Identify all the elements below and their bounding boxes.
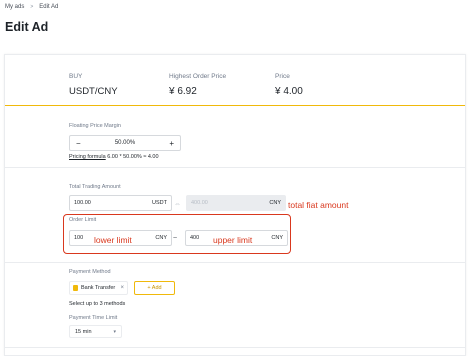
total-amount-label: Total Trading Amount <box>69 184 121 190</box>
fiat-amount-input: 400.00 CNY <box>186 195 286 211</box>
chevron-down-icon: ▾ <box>113 328 116 335</box>
floating-margin-stepper: − 50.00% + <box>69 135 181 151</box>
pricing-formula: Pricing formula 6.00 * 50.00% ≈ 4.00 <box>69 154 159 160</box>
total-amount-input[interactable]: 100.00 USDT <box>69 195 172 211</box>
increase-button[interactable]: + <box>169 139 174 148</box>
range-tilde: ~ <box>173 235 178 242</box>
section-divider <box>5 347 465 348</box>
total-amount-value: 100.00 <box>74 200 91 206</box>
breadcrumb: My ads > Edit Ad <box>5 4 58 10</box>
ad-summary: BUY USDT/CNY Highest Order Price ¥ 6.92 … <box>5 55 465 106</box>
fiat-amount-unit: CNY <box>269 200 281 206</box>
payment-method-chip: Bank Transfer × <box>69 281 128 295</box>
section-divider <box>5 167 465 168</box>
breadcrumb-current: Edit Ad <box>39 4 59 10</box>
payment-color-marker <box>73 285 78 291</box>
upper-limit-unit: CNY <box>271 235 283 241</box>
floating-margin-value[interactable]: 50.00% <box>115 140 135 146</box>
section-divider <box>5 262 465 263</box>
breadcrumb-separator: > <box>30 4 34 10</box>
lower-limit-unit: CNY <box>155 235 167 241</box>
payment-hint: Select up to 3 methods <box>69 301 126 307</box>
total-amount-unit: USDT <box>152 200 167 206</box>
time-limit-select[interactable]: 15 min ▾ <box>69 325 122 338</box>
highest-price-value: ¥ 6.92 <box>169 86 197 97</box>
price-value: ¥ 4.00 <box>275 86 303 97</box>
edit-ad-form: BUY USDT/CNY Highest Order Price ¥ 6.92 … <box>4 54 466 356</box>
summary-pair: BUY USDT/CNY <box>69 73 118 97</box>
summary-price: Price ¥ 4.00 <box>275 73 303 97</box>
pair-value: USDT/CNY <box>69 86 118 97</box>
add-payment-button[interactable]: + Add <box>134 281 175 295</box>
summary-highest-price: Highest Order Price ¥ 6.92 <box>169 73 226 97</box>
payment-method-label: Payment Method <box>69 269 111 275</box>
time-limit-value: 15 min <box>75 328 92 335</box>
annotation-upper-limit: upper limit <box>213 235 253 245</box>
lower-limit-value: 100 <box>74 235 84 241</box>
payment-method-name: Bank Transfer <box>81 285 116 291</box>
breadcrumb-my-ads[interactable]: My ads <box>5 4 24 10</box>
fiat-amount-placeholder: 400.00 <box>191 200 208 206</box>
time-limit-label: Payment Time Limit <box>69 315 118 321</box>
order-limit-label: Order Limit <box>69 217 97 223</box>
upper-limit-value: 400 <box>190 235 200 241</box>
annotation-lower-limit: lower limit <box>94 235 132 245</box>
remove-icon[interactable]: × <box>120 285 124 291</box>
floating-margin-label: Floating Price Margin <box>69 123 121 129</box>
annotation-total-fiat: total fiat amount <box>288 200 349 210</box>
highest-price-label: Highest Order Price <box>169 73 227 80</box>
decrease-button[interactable]: − <box>76 139 81 148</box>
price-label: Price <box>275 73 290 80</box>
side-label: BUY <box>69 73 83 80</box>
pricing-formula-value: 6.00 * 50.00% ≈ 4.00 <box>107 154 159 160</box>
swap-icon[interactable]: ⇔ <box>174 201 181 208</box>
pricing-formula-link[interactable]: Pricing formula <box>69 154 106 160</box>
page-title: Edit Ad <box>5 20 49 34</box>
